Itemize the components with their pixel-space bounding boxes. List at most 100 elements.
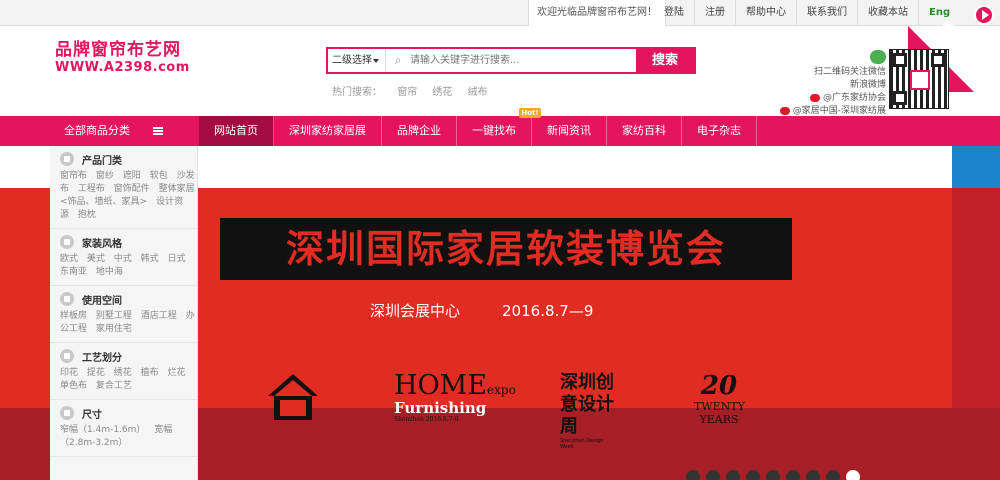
- banner-subtitle: 深圳会展中心 2016.8.7—9: [370, 300, 635, 321]
- welcome-text: 欢迎光临品牌窗帘布艺网！: [528, 0, 666, 26]
- category-link[interactable]: 遮阳: [123, 171, 141, 181]
- category-name: 家装风格: [82, 238, 122, 250]
- nav-emagazine[interactable]: 电子杂志: [682, 116, 757, 146]
- wechat-icon: [870, 50, 886, 64]
- hot-search-label: 热门搜索：: [332, 87, 382, 98]
- category-group: 尺寸 窄幅（1.4m-1.6m） 宽幅（2.8m-3.2m）: [50, 400, 197, 457]
- category-name: 产品门类: [82, 155, 122, 167]
- side-tab[interactable]: [952, 146, 1000, 188]
- category-link[interactable]: 窗帘布: [60, 171, 87, 181]
- page: 欢迎光临品牌窗帘布艺网！ 登陆 注册 帮助中心 联系我们 收藏本站 Eng 新版…: [0, 0, 1000, 480]
- weibo-link-1[interactable]: @广东家纺协会: [762, 92, 886, 105]
- category-link[interactable]: 单色布: [60, 381, 87, 391]
- carousel-dot[interactable]: [766, 470, 780, 480]
- play-icon: [974, 5, 994, 25]
- banner-dates: 2016.8.7—9: [502, 302, 594, 320]
- category-link[interactable]: 印花: [60, 368, 78, 378]
- login-link[interactable]: 登陆: [654, 0, 695, 26]
- search-button[interactable]: 搜索: [636, 49, 694, 72]
- category-link[interactable]: 别墅工程: [96, 311, 132, 321]
- category-link[interactable]: 日式: [168, 254, 186, 264]
- main-nav: 全部商品分类 网站首页 深圳家纺家居展 品牌企业 一键找布 新闻资讯 家纺百科 …: [0, 108, 1000, 146]
- hot-term[interactable]: 绒布: [468, 87, 488, 98]
- category-group: 使用空间样板房 别墅工程 酒店工程 办公工程 家用住宅: [50, 286, 197, 343]
- carousel-dot[interactable]: [826, 470, 840, 480]
- category-header[interactable]: 家装风格: [60, 233, 197, 251]
- category-icon: [60, 292, 74, 306]
- qr-corner: [893, 91, 907, 105]
- contact-us-link[interactable]: 联系我们: [797, 0, 858, 26]
- category-link[interactable]: 窄幅（1.4m-1.6m）: [60, 425, 145, 435]
- category-link[interactable]: 美式: [87, 254, 105, 264]
- category-link[interactable]: 地中海: [96, 267, 123, 277]
- category-link[interactable]: 样板房: [60, 311, 87, 321]
- nav-shenzhen-expo[interactable]: 深圳家纺家居展: [274, 116, 382, 146]
- all-categories-button[interactable]: 全部商品分类: [50, 116, 198, 146]
- nav-brands[interactable]: 品牌企业: [382, 116, 457, 146]
- category-link[interactable]: 韩式: [141, 254, 159, 264]
- category-link[interactable]: 绣花: [114, 368, 132, 378]
- banner-title: 深圳国际家居软装博览会: [285, 227, 726, 271]
- weibo-icon: [809, 93, 820, 102]
- social-info: 扫二维码关注微信 新浪微博 @广东家纺协会 @家居中国-深圳家纺展: [762, 50, 886, 118]
- carousel-dot[interactable]: [686, 470, 700, 480]
- weibo-icon: [779, 106, 790, 115]
- category-link[interactable]: 复合工艺: [96, 381, 132, 391]
- site-logo[interactable]: 品牌窗帘布艺网 WWW.A2398.com: [55, 40, 190, 75]
- hot-term[interactable]: 窗帘: [397, 87, 417, 98]
- category-link[interactable]: 家用住宅: [96, 324, 132, 334]
- category-link[interactable]: 抱枕: [78, 210, 96, 220]
- twenty-years-logo: 20 TWENTY YEARS: [694, 371, 745, 426]
- nav-home[interactable]: 网站首页: [199, 116, 274, 146]
- search-category-select[interactable]: 二级选择: [328, 49, 386, 72]
- all-categories-label: 全部商品分类: [64, 124, 130, 137]
- nav-encyclopedia[interactable]: 家纺百科: [607, 116, 682, 146]
- qr-center-logo: [910, 70, 930, 90]
- category-link[interactable]: 烂花: [168, 368, 186, 378]
- nav-items: 网站首页 深圳家纺家居展 品牌企业 一键找布 新闻资讯 家纺百科 电子杂志: [199, 116, 757, 146]
- hot-badge: Hot!: [519, 108, 541, 118]
- category-link[interactable]: 酒店工程: [141, 311, 177, 321]
- help-center-link[interactable]: 帮助中心: [736, 0, 797, 26]
- register-link[interactable]: 注册: [695, 0, 736, 26]
- category-name: 尺寸: [82, 409, 102, 421]
- qr-corner: [893, 53, 907, 67]
- carousel-dot[interactable]: [726, 470, 740, 480]
- category-items: 欧式 美式 中式 韩式 日式 东南亚 地中海: [60, 253, 197, 279]
- category-link[interactable]: 中式: [114, 254, 132, 264]
- category-items: 印花 提花 绣花 植布 烂花 单色布 复合工艺: [60, 367, 197, 393]
- category-link[interactable]: 植布: [141, 368, 159, 378]
- search-input[interactable]: [410, 49, 636, 72]
- category-link[interactable]: 窗纱: [96, 171, 114, 181]
- category-link[interactable]: 工程布: [78, 184, 105, 194]
- house-logo-icon: [268, 374, 318, 420]
- banner-venue: 深圳会展中心: [370, 302, 461, 320]
- weibo-text: 新浪微博: [849, 80, 886, 90]
- category-header[interactable]: 尺寸: [60, 404, 197, 422]
- category-link[interactable]: 提花: [87, 368, 105, 378]
- carousel-dots: [686, 470, 866, 480]
- category-header[interactable]: 使用空间: [60, 290, 197, 308]
- category-link[interactable]: 软包: [150, 171, 168, 181]
- category-group: 工艺划分 印花 提花 绣花 植布 烂花 单色布 复合工艺: [50, 343, 197, 400]
- carousel-dot[interactable]: [786, 470, 800, 480]
- carousel-dot[interactable]: [706, 470, 720, 480]
- category-link[interactable]: 东南亚: [60, 267, 87, 277]
- category-header[interactable]: 工艺划分: [60, 347, 197, 365]
- category-icon: [60, 152, 74, 166]
- nav-find-fabric[interactable]: 一键找布: [457, 116, 532, 146]
- carousel-dot[interactable]: [746, 470, 760, 480]
- nav-news[interactable]: 新闻资讯: [532, 116, 607, 146]
- carousel-dot[interactable]: [806, 470, 820, 480]
- category-link[interactable]: 窗饰配件: [114, 184, 150, 194]
- category-name: 工艺划分: [82, 352, 122, 364]
- category-link[interactable]: 欧式: [60, 254, 78, 264]
- logo-url: WWW.A2398.com: [55, 60, 190, 75]
- menu-icon: [153, 127, 163, 135]
- category-header[interactable]: 产品门类: [60, 150, 197, 168]
- hot-term[interactable]: 绣花: [432, 87, 452, 98]
- category-items: 样板房 别墅工程 酒店工程 办公工程 家用住宅: [60, 310, 197, 336]
- carousel-dot[interactable]: [846, 470, 860, 480]
- category-name: 使用空间: [82, 295, 122, 307]
- wechat-text: 扫二维码关注微信: [813, 67, 886, 77]
